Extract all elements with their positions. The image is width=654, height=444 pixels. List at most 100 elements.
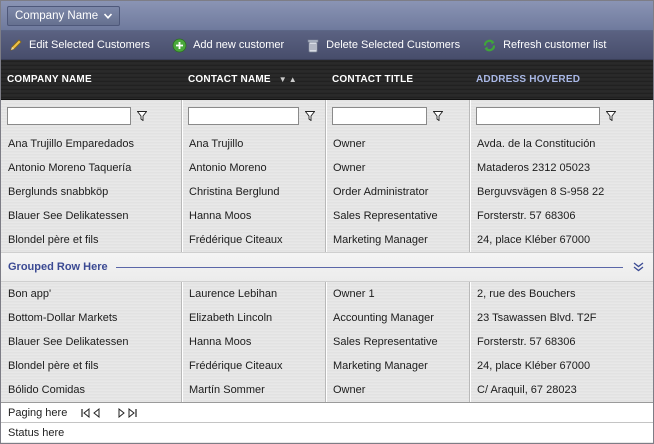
filter-icon[interactable] — [137, 111, 147, 121]
group-row-divider — [115, 266, 623, 268]
last-page-icon[interactable] — [128, 407, 137, 418]
add-customer-label: Add new customer — [193, 39, 285, 51]
cell-contact: Antonio Moreno — [189, 162, 267, 174]
cell-title: Order Administrator — [333, 186, 429, 198]
column-header-address[interactable]: ADDRESS HOVERED — [470, 60, 653, 99]
column-header-label: CONTACT TITLE — [332, 74, 414, 85]
customer-grid: Company Name Edit Selected Customers Add… — [0, 0, 654, 444]
table-row[interactable]: Blondel père et fils Frédérique Citeaux … — [1, 228, 653, 252]
table-row[interactable]: Bottom-Dollar Markets Elizabeth Lincoln … — [1, 306, 653, 330]
cell-contact: Christina Berglund — [189, 186, 280, 198]
next-page-icon[interactable] — [118, 407, 126, 418]
group-row-label: Grouped Row Here — [8, 261, 108, 273]
edit-selected-label: Edit Selected Customers — [29, 39, 151, 51]
cell-address: C/ Araquil, 67 28023 — [477, 384, 577, 396]
cell-address: 23 Tsawassen Blvd. T2F — [477, 312, 597, 324]
cell-address: Mataderos 2312 05023 — [477, 162, 591, 174]
add-icon — [172, 38, 187, 52]
cell-address: Forsterstr. 57 68306 — [477, 210, 576, 222]
edit-selected-button[interactable]: Edit Selected Customers — [9, 38, 150, 52]
prev-page-icon[interactable] — [93, 407, 100, 418]
cell-title: Accounting Manager — [333, 312, 434, 324]
group-panel: Company Name — [1, 1, 653, 31]
bottom-block: Bon app' Laurence Lebihan Owner 1 2, rue… — [1, 282, 653, 402]
cell-address: 24, place Kléber 67000 — [477, 234, 591, 246]
cell-address: Avda. de la Constitución — [477, 138, 596, 150]
pencil-icon — [10, 39, 22, 51]
cell-title: Sales Representative — [333, 210, 438, 222]
cell-address: Forsterstr. 57 68306 — [477, 336, 576, 348]
cell-address: 2, rue des Bouchers — [477, 288, 576, 300]
cell-company: Bottom-Dollar Markets — [8, 312, 118, 324]
toolbar: Edit Selected Customers Add new customer… — [1, 31, 653, 60]
cell-contact: Martín Sommer — [189, 384, 265, 396]
filter-icon[interactable] — [606, 111, 616, 121]
top-block: Ana Trujillo Emparedados Ana Trujillo Ow… — [1, 100, 653, 252]
column-header-contact-title[interactable]: CONTACT TITLE — [326, 60, 470, 99]
filter-cell-company — [1, 107, 182, 125]
chevron-down-icon[interactable] — [104, 11, 113, 21]
refresh-icon — [483, 39, 496, 51]
filter-cell-address — [470, 107, 653, 125]
pager: Paging here — [1, 402, 653, 422]
filter-input-company[interactable] — [7, 107, 131, 125]
sort-desc-icon[interactable]: ▼ — [279, 75, 289, 84]
cell-company: Bólido Comidas — [8, 384, 86, 396]
column-header-label: ADDRESS HOVERED — [476, 74, 581, 85]
column-header-row: COMPANY NAME CONTACT NAME ▼▲ CONTACT TIT… — [1, 60, 653, 100]
column-header-company-name[interactable]: COMPANY NAME — [1, 60, 182, 99]
expand-chevron-icon[interactable] — [633, 262, 644, 272]
cell-contact: Frédérique Citeaux — [189, 360, 283, 372]
table-row[interactable]: Bólido Comidas Martín Sommer Owner C/ Ar… — [1, 378, 653, 402]
filter-input-address[interactable] — [476, 107, 600, 125]
table-row[interactable]: Blauer See Delikatessen Hanna Moos Sales… — [1, 330, 653, 354]
delete-selected-button[interactable]: Delete Selected Customers — [306, 38, 460, 53]
cell-title: Owner — [333, 138, 366, 150]
status-bar: Status here — [1, 422, 653, 442]
cell-contact: Ana Trujillo — [189, 138, 244, 150]
first-page-icon[interactable] — [81, 407, 90, 418]
cell-contact: Hanna Moos — [189, 210, 252, 222]
cell-title: Marketing Manager — [333, 360, 428, 372]
cell-title: Sales Representative — [333, 336, 438, 348]
filter-input-title[interactable] — [332, 107, 427, 125]
cell-address: 24, place Kléber 67000 — [477, 360, 591, 372]
refresh-list-button[interactable]: Refresh customer list — [482, 38, 606, 53]
column-header-contact-name[interactable]: CONTACT NAME ▼▲ — [182, 60, 326, 99]
cell-title: Owner — [333, 162, 366, 174]
cell-contact: Hanna Moos — [189, 336, 252, 348]
cell-title: Marketing Manager — [333, 234, 428, 246]
group-row[interactable]: Grouped Row Here — [1, 252, 653, 282]
table-row[interactable]: Blauer See Delikatessen Hanna Moos Sales… — [1, 204, 653, 228]
filter-cell-title — [326, 107, 470, 125]
cell-company: Blauer See Delikatessen — [8, 210, 129, 222]
cell-company: Bon app' — [8, 288, 52, 300]
table-row[interactable]: Ana Trujillo Emparedados Ana Trujillo Ow… — [1, 132, 653, 156]
table-row[interactable]: Bon app' Laurence Lebihan Owner 1 2, rue… — [1, 282, 653, 306]
table-row[interactable]: Antonio Moreno Taquería Antonio Moreno O… — [1, 156, 653, 180]
cell-title: Owner 1 — [333, 288, 375, 300]
cell-company: Antonio Moreno Taquería — [8, 162, 132, 174]
filter-input-contact[interactable] — [188, 107, 299, 125]
filter-cell-contact — [182, 107, 326, 125]
delete-selected-label: Delete Selected Customers — [326, 39, 461, 51]
group-chip-label: Company Name — [15, 9, 99, 22]
filter-icon[interactable] — [305, 111, 315, 121]
cell-contact: Laurence Lebihan — [189, 288, 278, 300]
sort-asc-icon[interactable]: ▲ — [289, 75, 299, 84]
status-text: Status here — [8, 426, 65, 439]
cell-company: Blauer See Delikatessen — [8, 336, 129, 348]
delete-icon — [307, 39, 319, 52]
column-header-label: COMPANY NAME — [7, 74, 92, 85]
table-row[interactable]: Blondel père et fils Frédérique Citeaux … — [1, 354, 653, 378]
column-header-label: CONTACT NAME — [188, 74, 271, 85]
cell-contact: Frédérique Citeaux — [189, 234, 283, 246]
cell-title: Owner — [333, 384, 366, 396]
filter-icon[interactable] — [433, 111, 443, 121]
table-row[interactable]: Berglunds snabbköp Christina Berglund Or… — [1, 180, 653, 204]
group-chip-company-name[interactable]: Company Name — [7, 5, 121, 26]
cell-address: Berguvsvägen 8 S-958 22 — [477, 186, 605, 198]
pager-label: Paging here — [8, 406, 68, 419]
add-customer-button[interactable]: Add new customer — [172, 38, 284, 53]
cell-company: Ana Trujillo Emparedados — [8, 138, 134, 150]
